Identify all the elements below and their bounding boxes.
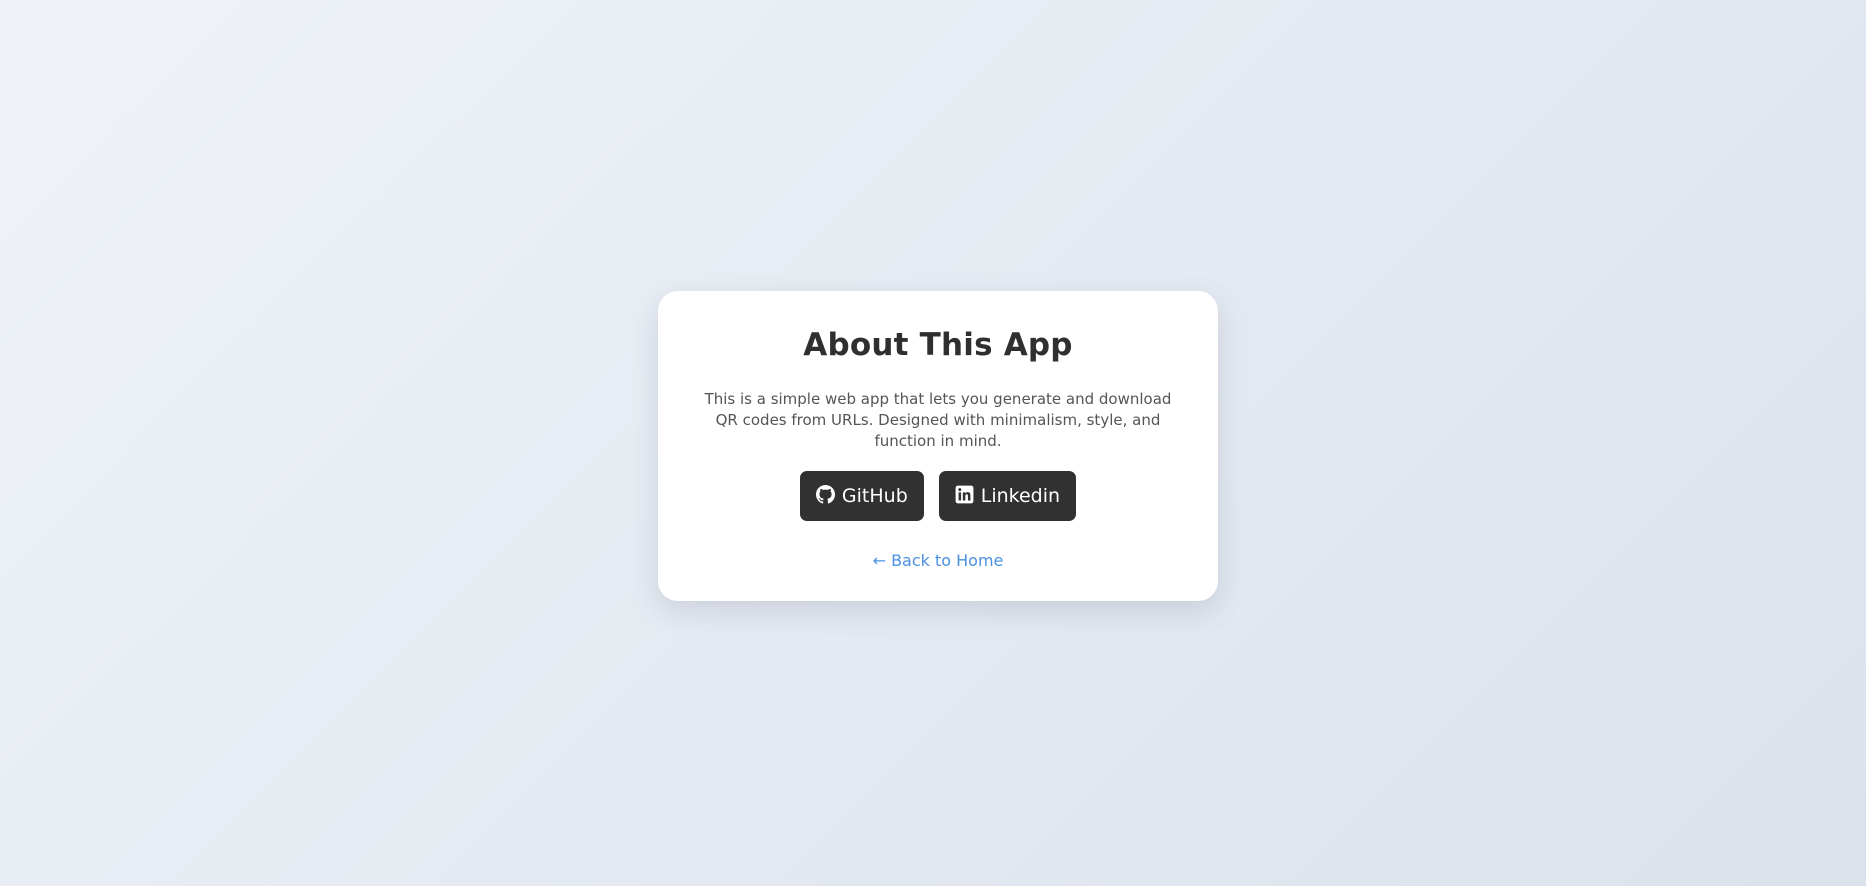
linkedin-button-label: Linkedin bbox=[980, 485, 1061, 507]
social-buttons: GitHub Linkedin bbox=[702, 471, 1174, 521]
linkedin-icon bbox=[955, 485, 974, 504]
github-button-label: GitHub bbox=[841, 485, 908, 507]
github-icon bbox=[815, 484, 835, 504]
github-button[interactable]: GitHub bbox=[799, 471, 924, 521]
about-card: About This App This is a simple web app … bbox=[658, 291, 1218, 601]
page-title: About This App bbox=[803, 327, 1073, 363]
back-to-home-link[interactable]: ← Back to Home bbox=[873, 551, 1004, 570]
linkedin-button[interactable]: Linkedin bbox=[938, 471, 1077, 521]
page-background: { "card": { "title": "About This App", "… bbox=[0, 0, 1866, 886]
app-description: This is a simple web app that lets you g… bbox=[704, 390, 1172, 450]
